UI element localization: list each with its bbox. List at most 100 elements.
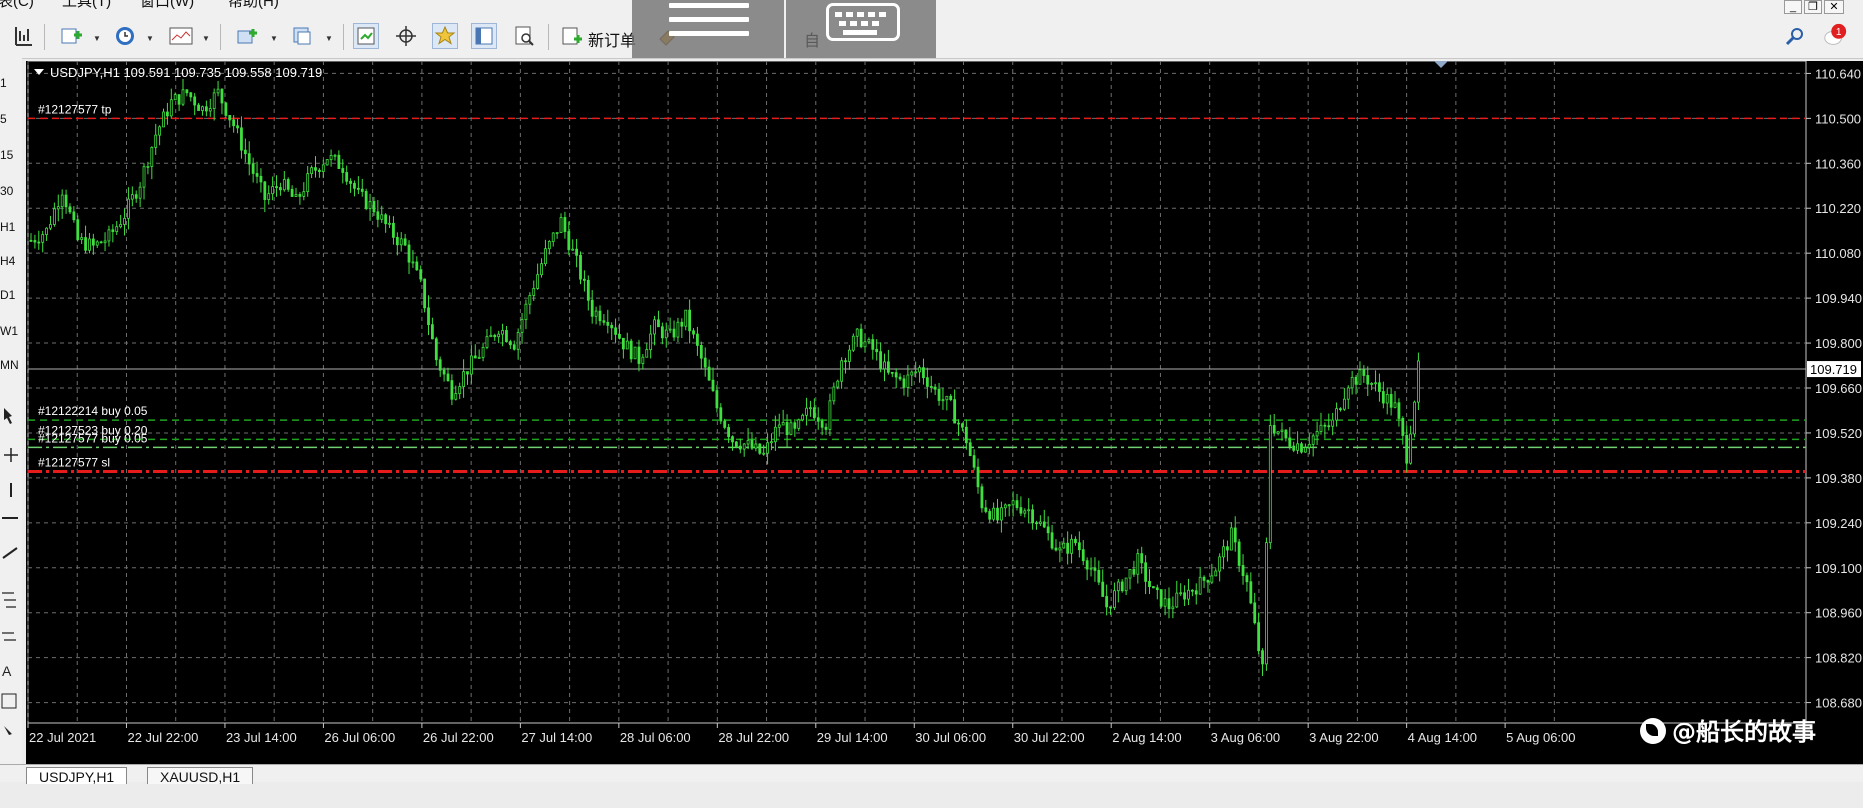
timeframe-m1[interactable]: 1 [0, 76, 22, 90]
timeframe-d1[interactable]: D1 [0, 288, 22, 302]
candle-body [544, 248, 547, 265]
candle-body [1249, 581, 1253, 604]
new-order-icon[interactable] [558, 23, 584, 49]
candle-body [1272, 425, 1276, 434]
templates-icon[interactable] [289, 23, 315, 49]
notifications-icon[interactable]: 1 [1822, 23, 1848, 49]
crosshair-icon[interactable] [393, 23, 419, 49]
trade-level-label: #12127577 tp [38, 102, 112, 116]
candle-body [1342, 398, 1346, 410]
candle-body [1253, 602, 1257, 624]
timeframe-h4[interactable]: H4 [0, 254, 22, 268]
chevron-down-icon[interactable]: ▼ [202, 34, 210, 43]
candle-body [329, 155, 333, 160]
candle-body [138, 186, 142, 199]
candle-body [29, 239, 33, 242]
indicators-icon[interactable] [168, 23, 194, 49]
chevron-down-icon[interactable]: ▼ [270, 34, 278, 43]
timeframe-w1[interactable]: W1 [0, 324, 22, 338]
candle-body [1261, 650, 1264, 665]
timeframe-m5[interactable]: 5 [0, 112, 22, 126]
timeframe-m30[interactable]: 30 [0, 184, 22, 198]
candle-body [805, 407, 808, 416]
x-tick-label: 26 Jul 06:00 [324, 730, 395, 745]
add-icon[interactable] [234, 23, 260, 49]
candle-body [641, 356, 645, 364]
timeframe-h1[interactable]: H1 [0, 220, 22, 234]
tab-xauusd-h1[interactable]: XAUUSD,H1 [147, 767, 254, 785]
search-icon[interactable] [1782, 23, 1808, 49]
overlay-keyboard-button[interactable] [786, 0, 936, 58]
candle-body [181, 89, 185, 105]
chevron-down-icon[interactable]: ▼ [146, 34, 154, 43]
candle-body [1155, 587, 1159, 591]
candle-body [692, 330, 695, 335]
candle-body [45, 227, 48, 235]
candle-body [738, 445, 742, 450]
favorites-star-icon[interactable] [432, 23, 458, 49]
navigator-icon[interactable] [471, 23, 497, 49]
y-tick-label: 109.800 [1815, 336, 1862, 351]
clock-icon[interactable] [112, 23, 138, 49]
candle-body [781, 422, 785, 426]
new-chart-icon[interactable] [58, 23, 84, 49]
chevron-down-icon[interactable]: ▼ [93, 34, 101, 43]
overlay-menu-button[interactable] [632, 0, 784, 58]
candle-body [1335, 408, 1338, 421]
candle-body [497, 333, 501, 338]
candle-body [88, 238, 91, 251]
menu-item-help[interactable]: 帮助(H) [228, 0, 279, 9]
candle-body [836, 380, 840, 388]
candle-body [56, 206, 60, 210]
y-tick-label: 110.220 [1815, 201, 1861, 216]
candle-body [727, 427, 731, 438]
candle-body [1066, 542, 1070, 554]
candle-body [1319, 424, 1323, 432]
candle-body [232, 119, 236, 127]
timeframe-m15[interactable]: 15 [0, 148, 22, 162]
chevron-down-icon[interactable]: ▼ [325, 34, 333, 43]
x-tick-label: 27 Jul 14:00 [521, 730, 592, 745]
candle-body [419, 269, 423, 280]
x-tick-label: 3 Aug 06:00 [1211, 730, 1280, 745]
restore-button[interactable]: ❐ [1804, 0, 1822, 14]
candle-body [107, 229, 111, 242]
keyboard-icon [826, 3, 900, 41]
chart-shift-icon[interactable] [353, 23, 379, 49]
drawing-tools-icons[interactable]: A [0, 408, 22, 808]
candle-body [434, 338, 438, 361]
data-window-icon[interactable] [511, 23, 537, 49]
candle-body [750, 439, 754, 449]
close-button[interactable]: ✕ [1824, 0, 1844, 14]
candle-body [1198, 576, 1202, 595]
menu-item-charts[interactable]: 表(C) [0, 0, 34, 9]
candle-body [364, 191, 368, 209]
candle-body [992, 507, 996, 520]
candle-body [251, 163, 255, 174]
candle-body [770, 441, 773, 444]
menu-item-window[interactable]: 窗口(W) [140, 0, 194, 9]
candle-body [294, 194, 298, 197]
menu-item-tools[interactable]: 工具(T) [62, 0, 111, 9]
candle-body [723, 420, 727, 428]
candle-body [1042, 521, 1046, 528]
x-tick-label: 28 Jul 06:00 [620, 730, 691, 745]
timeframe-mn[interactable]: MN [0, 358, 22, 372]
candle-body [1323, 424, 1327, 427]
candle-body [649, 333, 653, 350]
price-chart[interactable]: 110.640 110.500 110.360 110.220 110.080 109.9… [26, 60, 1863, 764]
candle-body [961, 423, 964, 428]
candle-body [840, 360, 844, 382]
candle-body [454, 393, 458, 400]
minimize-button[interactable]: _ [1784, 0, 1802, 14]
candle-body [1132, 569, 1136, 575]
crosshair-period-icon[interactable] [10, 23, 36, 49]
candle-body [922, 367, 925, 379]
y-tick-label: 109.660 [1815, 381, 1862, 396]
candle-body [871, 339, 875, 350]
new-order-button[interactable]: 新订单 [588, 27, 636, 51]
tab-usdjpy-h1[interactable]: USDJPY,H1 [26, 767, 128, 785]
candle-body [536, 274, 540, 289]
candle-body [1152, 586, 1155, 589]
candle-body [1011, 500, 1015, 506]
